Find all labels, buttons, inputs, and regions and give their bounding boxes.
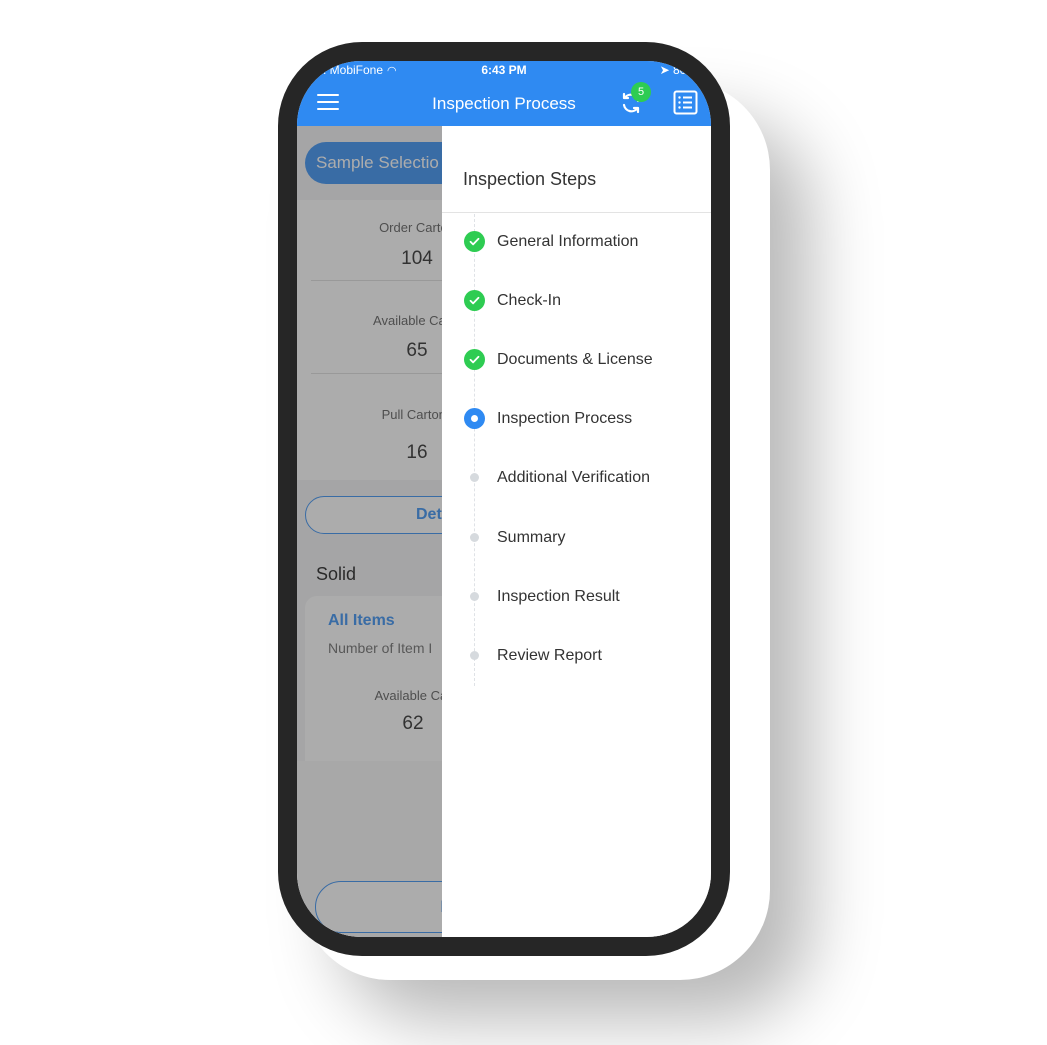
step-summary[interactable]: Summary bbox=[442, 523, 711, 553]
step-label: Summary bbox=[497, 529, 566, 546]
step-label: Inspection Result bbox=[497, 588, 620, 605]
drawer-divider bbox=[442, 212, 711, 213]
step-label: Review Report bbox=[497, 647, 602, 664]
stage: Sample Selectio Order Carton 104 Availab… bbox=[0, 0, 1047, 1045]
list-icon[interactable] bbox=[673, 90, 698, 115]
location-icon: ➤ bbox=[659, 63, 670, 77]
step-review-report[interactable]: Review Report bbox=[442, 641, 711, 671]
inspection-steps-drawer: Inspection Steps General Information Che… bbox=[442, 126, 711, 937]
step-inspection-process[interactable]: Inspection Process bbox=[442, 404, 711, 434]
clock: 6:43 PM bbox=[481, 63, 527, 77]
pending-step-icon bbox=[470, 651, 479, 660]
step-check-in[interactable]: Check-In bbox=[442, 286, 711, 316]
check-icon bbox=[464, 349, 485, 370]
step-label: Inspection Process bbox=[497, 410, 633, 427]
step-documents-license[interactable]: Documents & License bbox=[442, 345, 711, 375]
sync-count-badge: 5 bbox=[631, 82, 651, 102]
status-bar: . MobiFone ◠ 6:43 PM ➤ 80% bbox=[297, 61, 711, 79]
step-inspection-result[interactable]: Inspection Result bbox=[442, 582, 711, 612]
current-step-icon bbox=[464, 408, 485, 429]
step-additional-verification[interactable]: Additional Verification bbox=[442, 463, 711, 493]
step-general-information[interactable]: General Information bbox=[442, 227, 711, 257]
step-label: Additional Verification bbox=[497, 469, 650, 486]
battery-text: 80% bbox=[672, 63, 697, 77]
drawer-title: Inspection Steps bbox=[463, 169, 597, 189]
pending-step-icon bbox=[470, 592, 479, 601]
step-label: General Information bbox=[497, 233, 639, 250]
check-icon bbox=[464, 231, 485, 252]
app-header: . MobiFone ◠ 6:43 PM ➤ 80% Inspection Pro… bbox=[297, 61, 711, 126]
screen: Sample Selectio Order Carton 104 Availab… bbox=[297, 61, 711, 937]
battery-label: ➤ 80% bbox=[660, 63, 697, 77]
check-icon bbox=[464, 290, 485, 311]
pending-step-icon bbox=[470, 473, 479, 482]
step-label: Check-In bbox=[497, 292, 562, 309]
pending-step-icon bbox=[470, 533, 479, 542]
phone-frame: Sample Selectio Order Carton 104 Availab… bbox=[278, 42, 730, 956]
step-label: Documents & License bbox=[497, 351, 653, 368]
steps-connector-line bbox=[474, 214, 475, 686]
